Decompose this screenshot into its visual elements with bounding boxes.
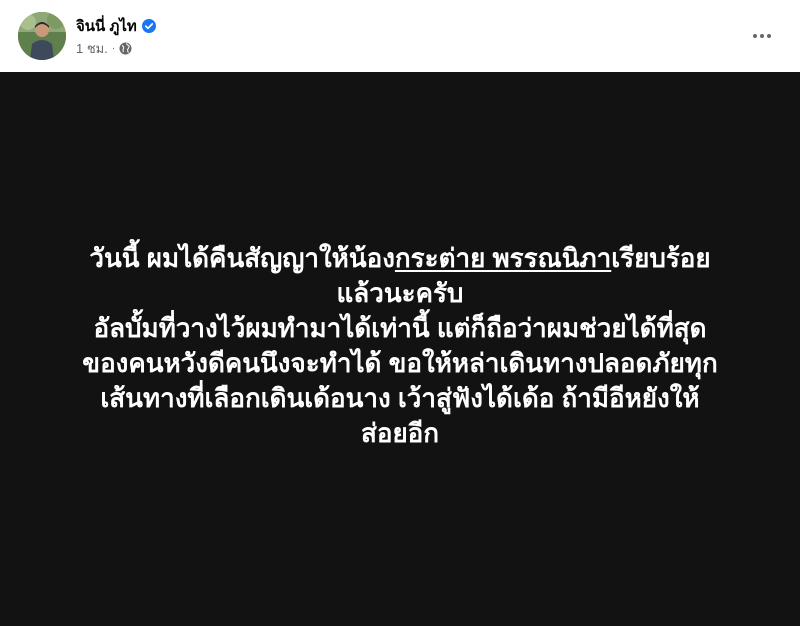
line1-prefix: วันนี้ ผมได้คืนสัญญาให้น้อง (89, 243, 395, 273)
post-text: วันนี้ ผมได้คืนสัญญาให้น้องกระต่าย พรรณน… (30, 241, 770, 451)
author-avatar[interactable] (18, 12, 66, 60)
verified-badge-icon (141, 19, 156, 33)
globe-icon[interactable] (119, 42, 132, 55)
post-text-line-3: อัลบั้มที่วางไว้ผมทำมาได้เท่านี้ แต่ก็ถื… (93, 313, 707, 343)
facebook-post: จินนี่ ภูไท 1 ชม. · วันนี้ ผมได้คืนสัญญา… (0, 0, 800, 626)
mention-link[interactable]: กระต่าย พรรณนิภา (395, 243, 611, 273)
more-options-button[interactable] (744, 20, 780, 52)
post-text-line-6: ส่อยอีก (360, 418, 440, 448)
meta-separator: · (111, 43, 116, 54)
more-options-icon-dot (767, 34, 771, 38)
post-timestamp[interactable]: 1 ชม. (76, 38, 108, 59)
profile-photo-icon (18, 12, 66, 60)
more-options-icon-dot (760, 34, 764, 38)
line1-suffix: เรียบร้อย (611, 243, 711, 273)
post-text-line-4: ของคนหวังดีคนนึงจะทำได้ ขอให้หล่าเดินทาง… (82, 348, 718, 378)
post-header: จินนี่ ภูไท 1 ชม. · (0, 0, 800, 72)
author-row: จินนี่ ภูไท (76, 14, 156, 38)
post-text-line-2: แล้วนะครับ (336, 278, 464, 308)
post-text-line-1: วันนี้ ผมได้คืนสัญญาให้น้องกระต่าย พรรณน… (30, 241, 770, 276)
more-options-icon (753, 34, 757, 38)
text-post-background: วันนี้ ผมได้คืนสัญญาให้น้องกระต่าย พรรณน… (0, 72, 800, 626)
author-name[interactable]: จินนี่ ภูไท (76, 14, 137, 38)
post-text-line-5: เส้นทางที่เลือกเดินเด้อนาง เว้าสู่ฟังได้… (100, 383, 700, 413)
post-meta: 1 ชม. · (76, 38, 132, 59)
